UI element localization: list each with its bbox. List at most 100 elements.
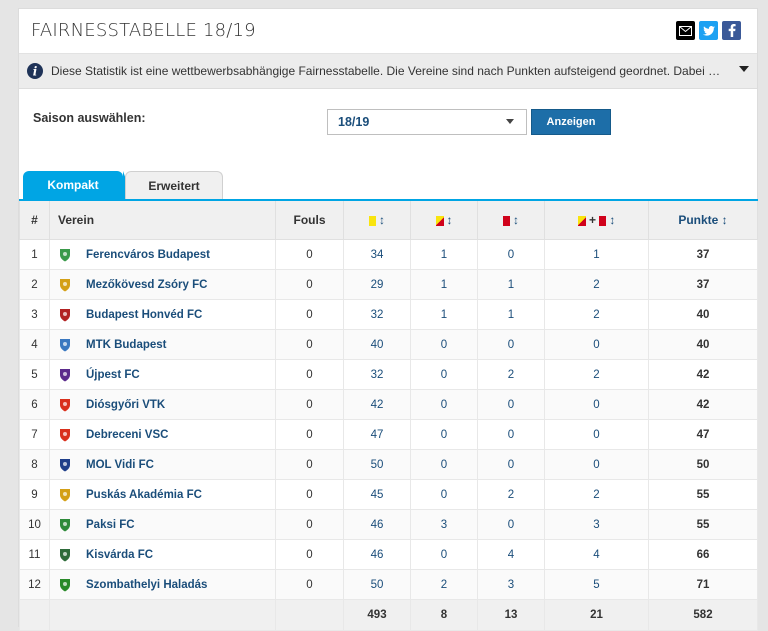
club-link[interactable]: Mezőkövesd Zsóry FC [86, 279, 207, 291]
rank-cell: 11 [19, 539, 50, 570]
yellow-cell: 50 [343, 449, 411, 480]
yellow-red-cell: 0 [410, 479, 478, 510]
club-link[interactable]: Diósgyőri VTK [86, 399, 165, 411]
yellowred-red-cell: 2 [544, 359, 649, 390]
club-link[interactable]: Szombathelyi Haladás [86, 579, 207, 591]
club-crest-icon [60, 398, 70, 411]
yellow-red-cell: 0 [410, 359, 478, 390]
col-points[interactable]: Punkte ↕ [648, 199, 758, 240]
club-link[interactable]: Kisvárda FC [86, 549, 153, 561]
col-yellow[interactable]: ↕ [343, 199, 411, 240]
show-button[interactable]: Anzeigen [531, 109, 611, 135]
table-row: 7 Debreceni VSC 0 47 0 0 0 47 [19, 419, 758, 450]
fairness-table: # Verein Fouls ↕ ↕ ↕ + ↕ Punkte ↕ 1 Feren… [19, 199, 758, 631]
yellow-red-cell: 0 [410, 449, 478, 480]
club-cell[interactable]: Budapest Honvéd FC [49, 299, 276, 330]
points-cell: 42 [648, 389, 758, 420]
club-crest-icon [60, 458, 70, 471]
club-cell[interactable]: Ferencváros Budapest [49, 239, 276, 270]
fouls-cell: 0 [275, 449, 344, 480]
season-selector: Saison auswählen: 18/19 Anzeigen [19, 89, 757, 169]
info-bar[interactable]: i Diese Statistik ist eine wettbewerbsab… [19, 54, 757, 89]
yellow-cell: 40 [343, 329, 411, 360]
club-cell[interactable]: Debreceni VSC [49, 419, 276, 450]
fouls-cell: 0 [275, 239, 344, 270]
club-link[interactable]: Debreceni VSC [86, 429, 168, 441]
tab-kompakt[interactable]: Kompakt [23, 171, 133, 199]
points-cell: 55 [648, 509, 758, 540]
yellow-red-cell: 0 [410, 329, 478, 360]
yellow-cell: 46 [343, 509, 411, 540]
yellowred-red-cell: 0 [544, 449, 649, 480]
rank-cell: 10 [19, 509, 50, 540]
club-crest-icon [60, 578, 70, 591]
club-cell[interactable]: Szombathelyi Haladás [49, 569, 276, 600]
club-cell[interactable]: Mezőkövesd Zsóry FC [49, 269, 276, 300]
club-cell[interactable]: Paksi FC [49, 509, 276, 540]
view-tabs: Kompakt Erweitert [19, 169, 757, 199]
table-row: 3 Budapest Honvéd FC 0 32 1 1 2 40 [19, 299, 758, 330]
yellow-cell: 29 [343, 269, 411, 300]
club-cell[interactable]: MTK Budapest [49, 329, 276, 360]
chevron-down-icon[interactable] [739, 66, 749, 73]
col-yellow-red[interactable]: ↕ [410, 199, 478, 240]
club-crest-icon [60, 428, 70, 441]
red-cell: 1 [477, 299, 545, 330]
club-crest-icon [60, 548, 70, 561]
rank-cell: 8 [19, 449, 50, 480]
email-icon[interactable] [676, 21, 695, 40]
table-row: 8 MOL Vidi FC 0 50 0 0 0 50 [19, 449, 758, 480]
club-cell[interactable]: Újpest FC [49, 359, 276, 390]
rank-cell: 12 [19, 569, 50, 600]
red-cell: 2 [477, 479, 545, 510]
table-row: 11 Kisvárda FC 0 46 0 4 4 66 [19, 539, 758, 570]
yellow-cell: 32 [343, 299, 411, 330]
fouls-cell: 0 [275, 359, 344, 390]
club-cell[interactable]: Puskás Akadémia FC [49, 479, 276, 510]
tab-erweitert[interactable]: Erweitert [125, 171, 223, 199]
red-cell: 0 [477, 389, 545, 420]
col-club: Verein [49, 199, 276, 240]
club-link[interactable]: MTK Budapest [86, 339, 167, 351]
season-select[interactable]: 18/19 [327, 109, 527, 135]
red-cell: 0 [477, 509, 545, 540]
yellowred-red-cell: 1 [544, 239, 649, 270]
fairness-table-box: FAIRNESSTABELLE 18/19 i Diese Statistik … [18, 8, 758, 631]
yellow-red-cell: 0 [410, 539, 478, 570]
yellowred-red-cell: 2 [544, 269, 649, 300]
red-cell: 4 [477, 539, 545, 570]
club-crest-icon [60, 368, 70, 381]
club-link[interactable]: Újpest FC [86, 369, 140, 381]
totals-yellow-red: 8 [410, 599, 478, 631]
club-link[interactable]: Paksi FC [86, 519, 135, 531]
club-link[interactable]: Ferencváros Budapest [86, 249, 210, 261]
totals-yellowred-red: 21 [544, 599, 649, 631]
col-yellowred-plus-red[interactable]: + ↕ [544, 199, 649, 240]
club-link[interactable]: Budapest Honvéd FC [86, 309, 202, 321]
yellowred-red-cell: 2 [544, 479, 649, 510]
totals-red: 13 [477, 599, 545, 631]
facebook-icon[interactable] [722, 21, 741, 40]
club-cell[interactable]: MOL Vidi FC [49, 449, 276, 480]
yellow-red-cell: 1 [410, 269, 478, 300]
header: FAIRNESSTABELLE 18/19 [19, 9, 757, 54]
red-cell: 0 [477, 449, 545, 480]
col-red[interactable]: ↕ [477, 199, 545, 240]
totals-cell [19, 599, 50, 631]
yellow-cell: 50 [343, 569, 411, 600]
club-link[interactable]: MOL Vidi FC [86, 459, 154, 471]
rank-cell: 1 [19, 239, 50, 270]
rank-cell: 2 [19, 269, 50, 300]
table-row: 5 Újpest FC 0 32 0 2 2 42 [19, 359, 758, 390]
points-cell: 40 [648, 329, 758, 360]
club-cell[interactable]: Kisvárda FC [49, 539, 276, 570]
yellowred-red-cell: 3 [544, 509, 649, 540]
twitter-icon[interactable] [699, 21, 718, 40]
club-link[interactable]: Puskás Akadémia FC [86, 489, 202, 501]
col-rank: # [19, 199, 50, 240]
club-cell[interactable]: Diósgyőri VTK [49, 389, 276, 420]
club-crest-icon [60, 248, 70, 261]
yellow-red-cell: 2 [410, 569, 478, 600]
svg-text:i: i [33, 65, 38, 79]
table-body: 1 Ferencváros Budapest 0 34 1 0 1 37 2 Mezőkövesd… [19, 239, 758, 600]
